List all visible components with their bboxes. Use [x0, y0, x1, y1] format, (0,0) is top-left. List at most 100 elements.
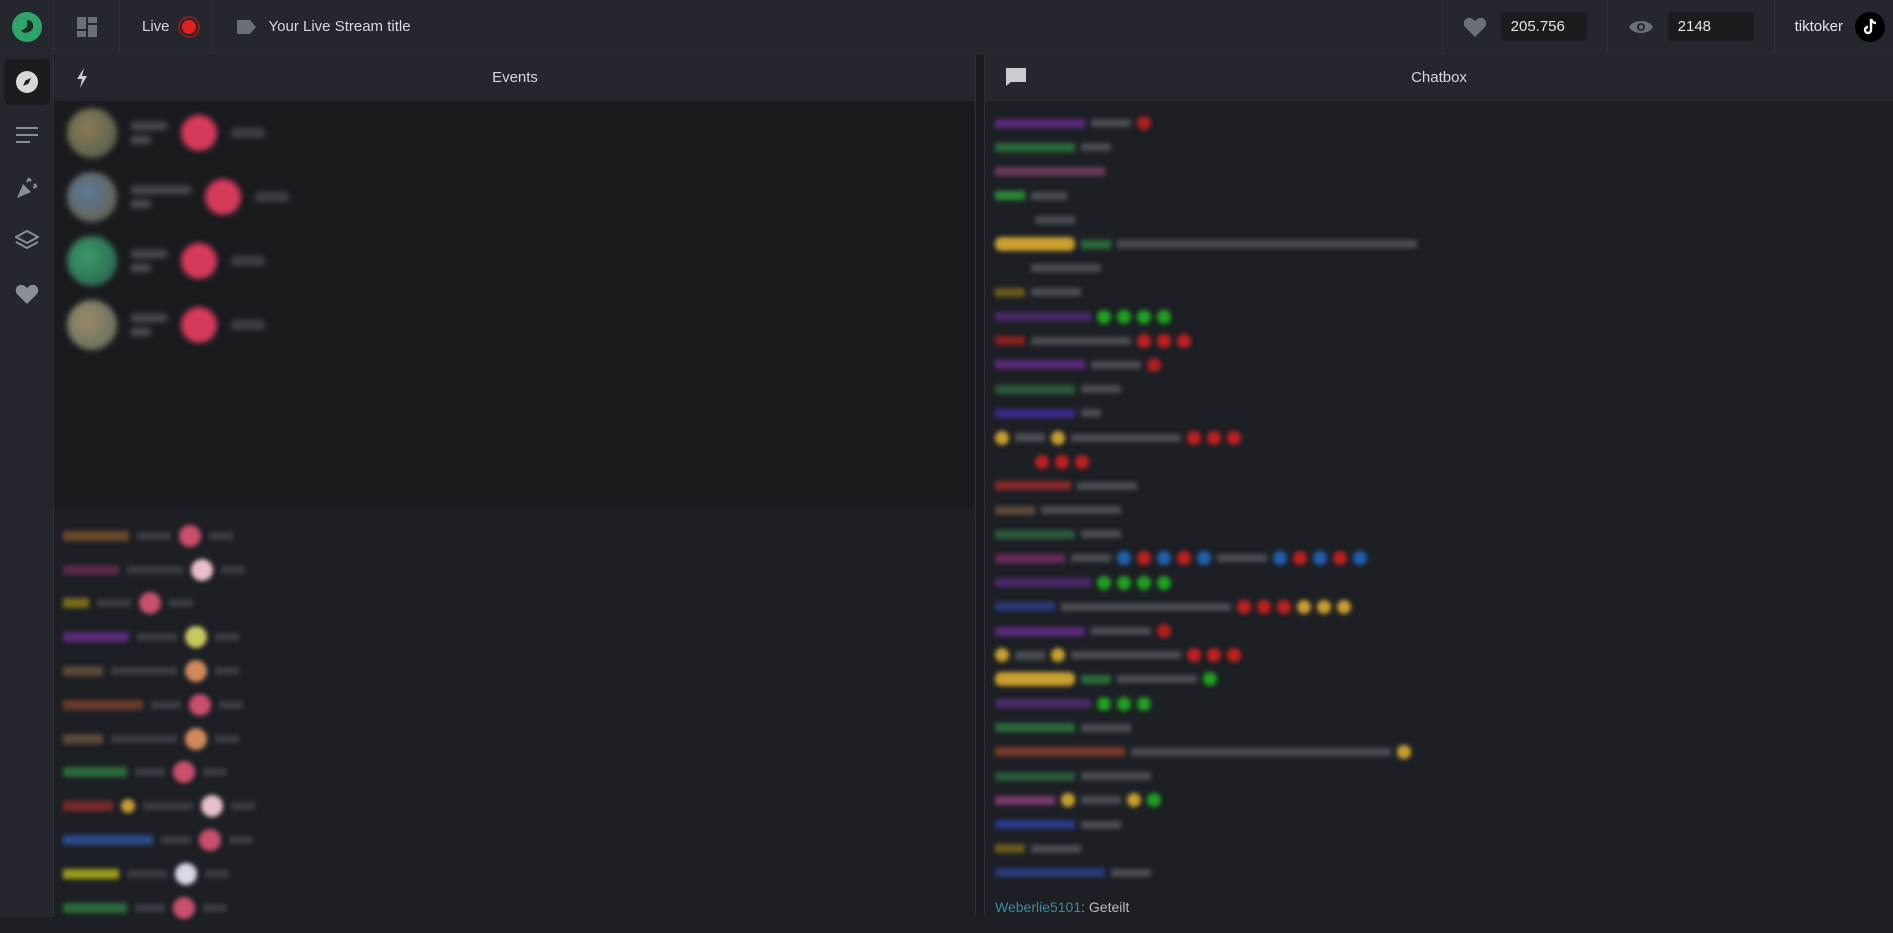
sidebar-item-explore[interactable]: [4, 59, 50, 105]
stream-title-area[interactable]: Your Live Stream title: [213, 18, 1442, 35]
heart-icon: [1463, 17, 1486, 37]
list-item: [63, 654, 967, 688]
list-item: [63, 756, 967, 790]
list-item: [995, 812, 1883, 836]
list-item: [995, 788, 1883, 812]
list-item: [995, 740, 1883, 764]
heart-icon: [15, 284, 39, 304]
list-item: [995, 425, 1883, 449]
avatar: [67, 300, 117, 350]
list-item: [995, 280, 1883, 304]
list-item: [995, 522, 1883, 546]
list-item: [995, 401, 1883, 425]
list-item: [995, 329, 1883, 353]
viewer-count: 2148: [1667, 12, 1754, 41]
panel-divider[interactable]: [975, 55, 985, 917]
chatbox-panel: Chatbox Weberlie5101: Geteilt: [985, 55, 1893, 917]
list-item: [63, 823, 967, 857]
list-item: [995, 184, 1883, 208]
layers-icon: [15, 230, 39, 250]
list-item: [995, 208, 1883, 232]
live-label: Live: [142, 18, 170, 35]
gift-feed: [55, 511, 975, 933]
sidebar-item-celebrations[interactable]: [4, 165, 50, 211]
chat-username: Weberlie5101: [995, 899, 1082, 915]
gift-icon: [181, 243, 217, 279]
event-card: [55, 101, 975, 165]
list-item: [995, 546, 1883, 570]
lightning-icon: [77, 68, 87, 88]
list-item: [63, 553, 967, 587]
chatbox-header: Chatbox: [985, 55, 1893, 101]
events-highlights: [55, 101, 975, 511]
user-account[interactable]: tiktoker: [1773, 0, 1893, 54]
list-item: [995, 764, 1883, 788]
list-item: [995, 256, 1883, 280]
list-item: [63, 587, 967, 621]
sidebar-item-favorites[interactable]: [4, 271, 50, 317]
tag-icon: [236, 19, 256, 34]
sidebar-item-list[interactable]: [4, 112, 50, 158]
gift-icon: [181, 307, 217, 343]
dashboard-icon: [76, 16, 97, 37]
chat-bubble-icon: [1006, 68, 1026, 86]
tiktok-icon: [1855, 11, 1885, 42]
sidebar-item-overlays[interactable]: [4, 218, 50, 264]
events-header: Events: [55, 55, 975, 101]
username: tiktoker: [1794, 18, 1843, 35]
list-item: [995, 305, 1883, 329]
list-item: [63, 857, 967, 891]
list-item: [63, 722, 967, 756]
avatar: [67, 236, 117, 286]
logo-button[interactable]: [0, 0, 54, 54]
list-item: [995, 135, 1883, 159]
live-indicator: [177, 15, 200, 38]
list-item: [995, 619, 1883, 643]
compass-icon: [16, 71, 38, 93]
likes-count: 205.756: [1500, 12, 1587, 41]
list-item: [995, 595, 1883, 619]
list-item: [995, 232, 1883, 256]
list-item: [63, 620, 967, 654]
list-item: [63, 688, 967, 722]
list-item: [995, 450, 1883, 474]
event-card: [55, 165, 975, 229]
live-toggle[interactable]: Live: [120, 0, 213, 54]
event-card: [55, 293, 975, 357]
event-card: [55, 229, 975, 293]
eye-icon: [1628, 20, 1653, 33]
chat-message-latest: Weberlie5101: Geteilt: [995, 899, 1130, 915]
avatar: [67, 108, 117, 158]
list-item: [995, 474, 1883, 498]
viewers-stat: 2148: [1606, 0, 1774, 54]
likes-stat: 205.756: [1441, 0, 1607, 54]
list-item: [995, 159, 1883, 183]
list-item: [995, 716, 1883, 740]
events-title: Events: [492, 69, 538, 86]
list-item: [995, 498, 1883, 522]
party-popper-icon: [17, 177, 38, 198]
gift-icon: [181, 115, 217, 151]
list-item: [995, 643, 1883, 667]
sidebar: [0, 55, 54, 917]
list-item: [995, 692, 1883, 716]
list-item: [995, 571, 1883, 595]
chat-messages: Weberlie5101: Geteilt: [985, 101, 1893, 917]
list-item: [63, 891, 967, 925]
list-item: [63, 789, 967, 823]
events-panel: Events: [55, 55, 975, 919]
dashboard-button[interactable]: [54, 0, 120, 54]
gift-icon: [205, 179, 241, 215]
avatar: [67, 172, 117, 222]
logo-icon: [11, 11, 42, 42]
list-item: [995, 377, 1883, 401]
stream-title: Your Live Stream title: [268, 18, 411, 35]
chat-text: Geteilt: [1088, 899, 1130, 915]
list-item: [63, 519, 967, 553]
top-bar: Live Your Live Stream title 205.756 2148…: [0, 0, 1893, 54]
chatbox-title: Chatbox: [1411, 69, 1467, 86]
list-icon: [16, 127, 38, 143]
list-item: [995, 861, 1883, 885]
list-item: [995, 353, 1883, 377]
list-item: [995, 667, 1883, 691]
